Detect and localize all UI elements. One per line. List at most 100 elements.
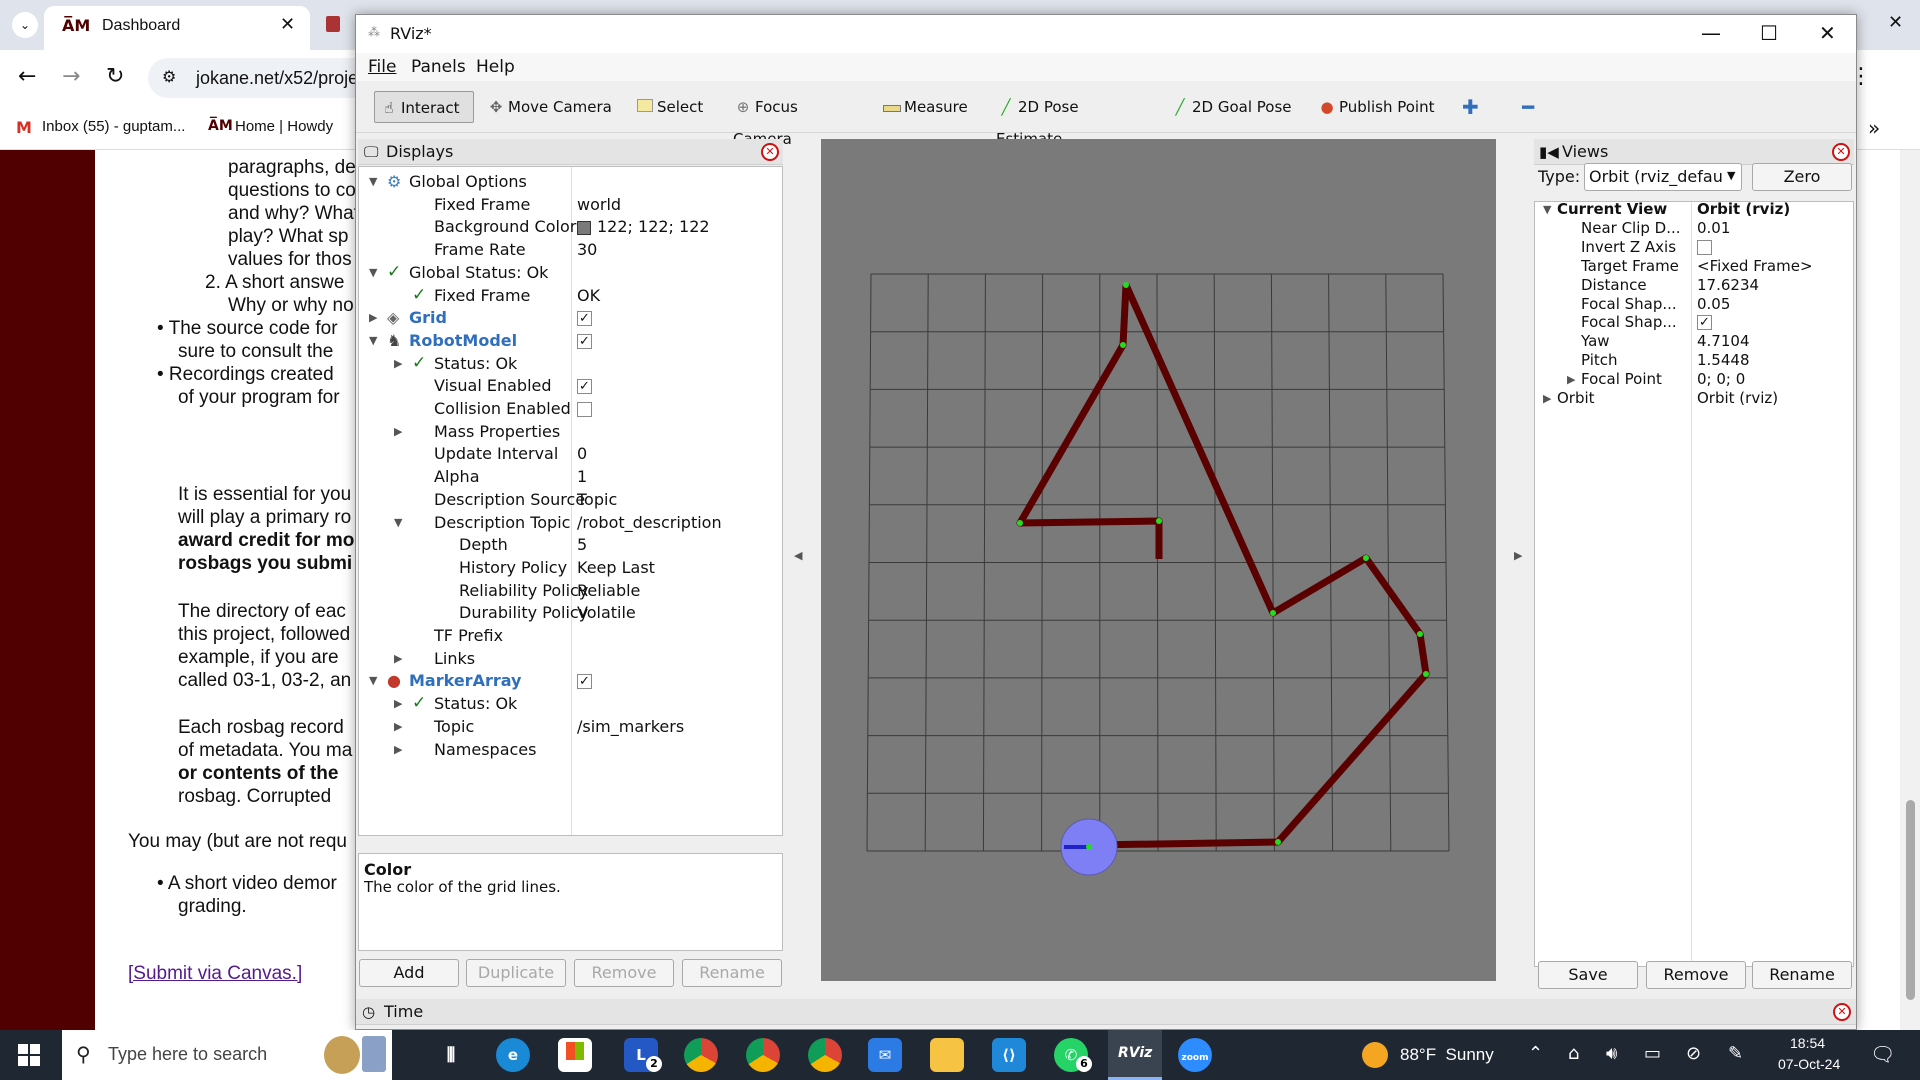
chrome-profile-m-icon[interactable] xyxy=(808,1038,842,1072)
display-row-value[interactable]: Keep Last xyxy=(577,557,655,579)
expand-right-icon[interactable]: ▶ xyxy=(394,716,402,738)
rviz-taskbar-item[interactable]: RViz xyxy=(1108,1030,1162,1080)
vscode-icon[interactable]: ⟨⟩ xyxy=(992,1038,1026,1072)
display-tree-row[interactable]: Visual Enabled ✓ xyxy=(359,375,782,397)
display-tree-row[interactable]: ▼ ✓ Global Status: Ok xyxy=(359,262,782,284)
display-row-value[interactable]: OK xyxy=(577,285,600,307)
scene-svg[interactable] xyxy=(821,139,1496,981)
color-swatch[interactable] xyxy=(577,221,591,236)
pen-icon[interactable]: ✎ xyxy=(1728,1043,1743,1064)
display-tree-row[interactable]: ▶ ✓ Status: Ok xyxy=(359,693,782,715)
page-scroll-thumb[interactable] xyxy=(1906,800,1915,1000)
zero-button[interactable]: Zero xyxy=(1752,163,1852,191)
battery-icon[interactable]: ▭ xyxy=(1644,1043,1661,1064)
chrome-profile-icon[interactable] xyxy=(746,1038,780,1072)
windows-start-icon[interactable] xyxy=(18,1044,40,1066)
menu-panels[interactable]: Panels xyxy=(411,57,466,77)
view-row-value[interactable]: <Fixed Frame> xyxy=(1697,257,1813,276)
view-checkbox[interactable]: ✓ xyxy=(1697,315,1712,331)
display-checkbox[interactable]: ✓ xyxy=(577,674,592,690)
display-row-value[interactable]: 122; 122; 122 xyxy=(597,216,710,238)
maximize-icon[interactable]: ☐ xyxy=(1760,21,1778,45)
taskbar-search-box[interactable]: ⚲ Type here to search xyxy=(62,1030,392,1080)
display-tree-row[interactable]: Durability Policy Volatile xyxy=(359,602,782,624)
add-tool-button[interactable]: ✚ xyxy=(1458,91,1484,123)
volume-icon[interactable]: 🔊︎ xyxy=(1606,1043,1617,1064)
close-time-icon[interactable]: ✕ xyxy=(1833,1003,1851,1021)
display-checkbox[interactable]: ✓ xyxy=(577,333,592,349)
expand-down-icon[interactable]: ▼ xyxy=(369,330,377,352)
expand-right-icon[interactable]: ▶ xyxy=(1567,370,1575,389)
close-tab-icon[interactable]: ✕ xyxy=(280,14,295,35)
bookmark-howdy[interactable]: Home | Howdy xyxy=(235,118,333,135)
display-row-value[interactable]: 30 xyxy=(577,239,597,261)
display-checkbox[interactable] xyxy=(577,402,592,417)
close-views-icon[interactable]: ✕ xyxy=(1832,143,1850,161)
expand-right-icon[interactable]: ▶ xyxy=(394,648,402,670)
display-row-value[interactable]: 1 xyxy=(577,466,587,488)
tool-measure[interactable]: Measure xyxy=(878,91,968,123)
display-tree-row[interactable]: ▼ Description Topic/robot_description xyxy=(359,512,782,534)
view-tree-row[interactable]: Invert Z Axis xyxy=(1535,238,1853,257)
mail-icon[interactable]: ✉ xyxy=(868,1038,902,1072)
view-row-value[interactable]: 0; 0; 0 xyxy=(1697,370,1745,389)
expand-down-icon[interactable]: ▼ xyxy=(1543,202,1551,219)
display-tree-row[interactable]: ▶ Links xyxy=(359,648,782,670)
display-tree-row[interactable]: Description Source Topic xyxy=(359,489,782,511)
tool-publish-point[interactable]: ● Publish Point xyxy=(1313,91,1443,123)
expand-down-icon[interactable]: ▼ xyxy=(394,512,402,534)
weather-text[interactable]: 88°F Sunny xyxy=(1400,1045,1494,1065)
tool-2d-goal-pose[interactable]: ╱ 2D Goal Pose xyxy=(1166,91,1296,123)
view-type-select[interactable]: Orbit (rviz_defau ▼ xyxy=(1584,163,1742,191)
reload-icon[interactable]: ↻ xyxy=(106,64,124,89)
more-bookmarks-icon[interactable]: » xyxy=(1868,116,1880,140)
remove-display-button[interactable]: Remove xyxy=(574,959,674,987)
view-tree-row[interactable]: ▶ Orbit Orbit (rviz) xyxy=(1535,389,1853,408)
submit-canvas-link[interactable]: [Submit via Canvas.] xyxy=(128,962,302,985)
display-tree-row[interactable]: ▶ Mass Properties xyxy=(359,421,782,443)
tool-interact[interactable]: ☝ Interact xyxy=(374,91,474,123)
expand-right-icon[interactable]: ▶ xyxy=(394,693,402,715)
second-tab-icon[interactable] xyxy=(326,16,340,32)
display-row-value[interactable]: Reliable xyxy=(577,580,640,602)
clock-date[interactable]: 07-Oct-24 xyxy=(1778,1056,1840,1072)
display-tree-row[interactable]: Frame Rate 30 xyxy=(359,239,782,261)
view-row-value[interactable]: 4.7104 xyxy=(1697,332,1750,351)
display-row-value[interactable]: Volatile xyxy=(577,602,636,624)
task-view-icon[interactable]: ⫴ xyxy=(434,1038,468,1072)
display-row-value[interactable]: /sim_markers xyxy=(577,716,684,738)
view-tree-row[interactable]: Target Frame <Fixed Frame> xyxy=(1535,257,1853,276)
view-row-value[interactable]: 0.01 xyxy=(1697,219,1730,238)
duplicate-display-button[interactable]: Duplicate xyxy=(466,959,566,987)
view-row-value[interactable]: Orbit (rviz) xyxy=(1697,202,1790,219)
display-row-value[interactable]: 0 xyxy=(577,443,587,465)
view-checkbox[interactable] xyxy=(1697,239,1712,255)
tool-2d-pose-estimate[interactable]: ╱2D Pose Estimate xyxy=(992,91,1142,148)
forward-icon[interactable]: → xyxy=(62,64,80,89)
display-tree-row[interactable]: Reliability Policy Reliable xyxy=(359,580,782,602)
view-tree-row[interactable]: Focal Shap... 0.05 xyxy=(1535,295,1853,314)
browser-tab-dashboard[interactable]: A̅M Dashboard ✕ xyxy=(44,6,310,50)
display-tree-row[interactable]: ▶ Topic/sim_markers xyxy=(359,716,782,738)
display-tree-row[interactable]: Fixed Frame world xyxy=(359,194,782,216)
view-row-value[interactable]: 1.5448 xyxy=(1697,351,1750,370)
view-row-value[interactable]: 0.05 xyxy=(1697,295,1730,314)
display-tree-row[interactable]: ✓ Fixed Frame OK xyxy=(359,285,782,307)
add-display-button[interactable]: Add xyxy=(359,959,459,987)
tab-list-chevron-icon[interactable]: ⌄ xyxy=(12,12,38,38)
tool-select[interactable]: Select xyxy=(631,91,711,123)
expand-down-icon[interactable]: ▼ xyxy=(369,262,377,284)
view-tree-row[interactable]: Yaw 4.7104 xyxy=(1535,332,1853,351)
menu-file[interactable]: File xyxy=(368,57,396,77)
view-tree-row[interactable]: ▶ Focal Point 0; 0; 0 xyxy=(1535,370,1853,389)
tool-focus-camera[interactable]: ⊕Focus Camera xyxy=(729,91,859,148)
rename-display-button[interactable]: Rename xyxy=(682,959,782,987)
menu-help[interactable]: Help xyxy=(476,57,515,77)
view-tree-row[interactable]: ▼ Current View Orbit (rviz) xyxy=(1535,202,1853,219)
expand-right-icon[interactable]: ▶ xyxy=(394,739,402,761)
bookmark-inbox[interactable]: Inbox (55) - guptam... xyxy=(42,118,185,135)
view-tree-row[interactable]: Pitch 1.5448 xyxy=(1535,351,1853,370)
l-app-icon[interactable]: L2 xyxy=(624,1038,662,1072)
minimize-icon[interactable]: — xyxy=(1701,21,1721,45)
remove-view-button[interactable]: Remove xyxy=(1646,961,1746,989)
